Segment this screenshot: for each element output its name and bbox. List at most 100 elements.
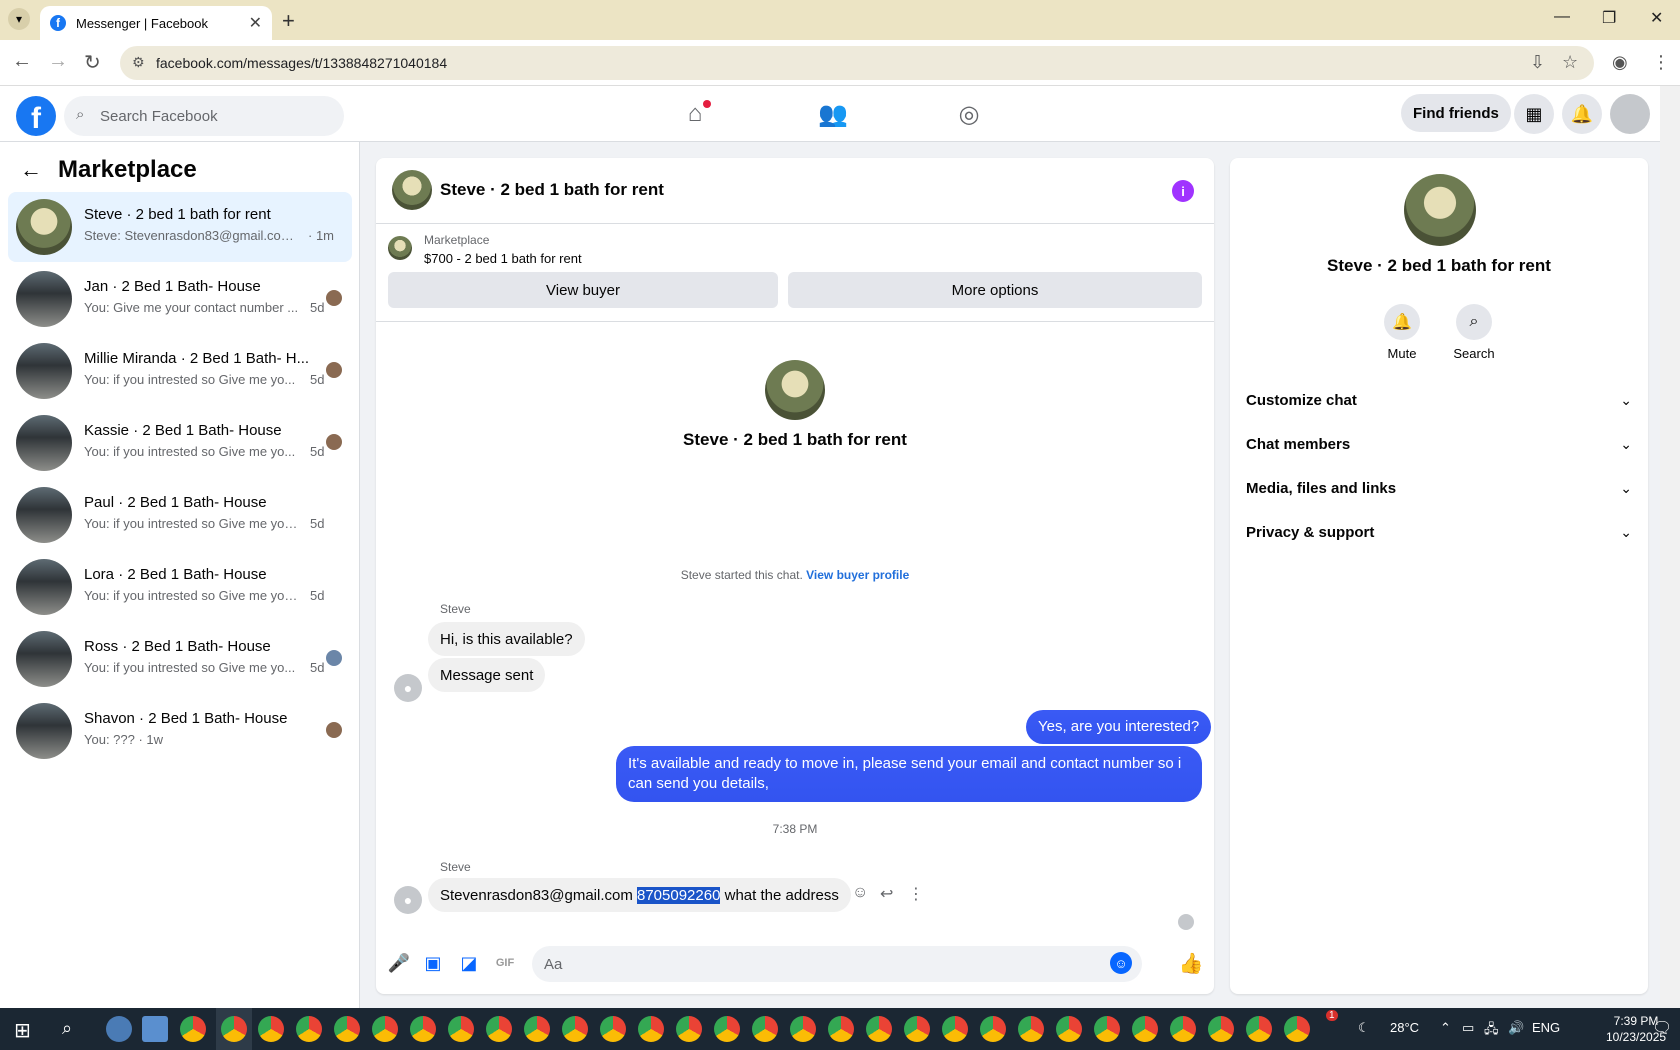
- outgoing-message[interactable]: Yes, are you interested?: [1026, 710, 1212, 744]
- info-icon[interactable]: i: [1172, 180, 1194, 202]
- page-scrollbar[interactable]: [1660, 86, 1680, 1008]
- chrome-icon[interactable]: [638, 1016, 664, 1042]
- conversation-item[interactable]: Shavon · 2 Bed 1 Bath- House You: ??? · …: [8, 696, 352, 766]
- browser-menu-icon[interactable]: ⋮: [1652, 52, 1670, 73]
- conversation-item[interactable]: Steve · 2 bed 1 bath for rent Steve: Ste…: [8, 192, 352, 262]
- app-icon[interactable]: [142, 1016, 168, 1042]
- chrome-icon[interactable]: [676, 1016, 702, 1042]
- browser-tab[interactable]: f Messenger | Facebook ✕: [40, 6, 272, 40]
- site-info-icon[interactable]: ⚙: [132, 54, 145, 71]
- tray-icon[interactable]: ▭: [1462, 1020, 1474, 1036]
- chrome-icon[interactable]: [828, 1016, 854, 1042]
- friends-icon[interactable]: 👥: [817, 98, 849, 130]
- chrome-icon[interactable]: [296, 1016, 322, 1042]
- more-actions-icon[interactable]: ⋮: [908, 884, 924, 904]
- conversation-item[interactable]: Paul · 2 Bed 1 Bath- House You: if you i…: [8, 480, 352, 550]
- chrome-icon[interactable]: [334, 1016, 360, 1042]
- profile-avatar[interactable]: [1610, 94, 1650, 134]
- message-input[interactable]: Aa: [532, 946, 1142, 982]
- listing-price-title[interactable]: $700 - 2 bed 1 bath for rent: [424, 251, 582, 266]
- app-icon[interactable]: [106, 1016, 132, 1042]
- chrome-icon[interactable]: [1208, 1016, 1234, 1042]
- react-emoji-icon[interactable]: ☺: [852, 884, 868, 902]
- incoming-message[interactable]: Message sent: [428, 658, 546, 692]
- restore-icon[interactable]: ❐: [1602, 8, 1616, 28]
- photo-attach-icon[interactable]: ▣: [422, 952, 444, 974]
- chrome-icon[interactable]: [180, 1016, 206, 1042]
- profile-icon[interactable]: ◉: [1612, 52, 1628, 73]
- tab-search-dropdown[interactable]: ▾: [8, 8, 30, 30]
- outgoing-message[interactable]: It's available and ready to move in, ple…: [616, 746, 1202, 802]
- temperature[interactable]: 28°C: [1390, 1020, 1419, 1035]
- customize-chat-row[interactable]: Customize chat ⌄: [1246, 380, 1632, 420]
- conversation-item[interactable]: Millie Miranda · 2 Bed 1 Bath- H... You:…: [8, 336, 352, 406]
- chrome-icon[interactable]: [562, 1016, 588, 1042]
- reload-icon[interactable]: ↻: [84, 50, 101, 75]
- microphone-icon[interactable]: 🎤: [388, 952, 410, 974]
- chrome-icon[interactable]: [1170, 1016, 1196, 1042]
- back-icon[interactable]: ←: [12, 50, 32, 73]
- groups-icon[interactable]: ◎: [953, 98, 985, 130]
- chrome-icon[interactable]: [1094, 1016, 1120, 1042]
- emoji-icon[interactable]: ☺: [1110, 952, 1132, 974]
- incoming-message[interactable]: Hi, is this available?: [428, 622, 585, 656]
- network-icon[interactable]: 🖧: [1484, 1020, 1499, 1042]
- chrome-icon[interactable]: [410, 1016, 436, 1042]
- chrome-icon[interactable]: [1132, 1016, 1158, 1042]
- chrome-icon[interactable]: [980, 1016, 1006, 1042]
- chrome-icon[interactable]: [221, 1016, 247, 1042]
- chrome-icon[interactable]: [524, 1016, 550, 1042]
- weather-icon[interactable]: ☾: [1358, 1020, 1370, 1036]
- tab-close-icon[interactable]: ✕: [249, 13, 262, 33]
- back-arrow-icon[interactable]: ←: [20, 157, 42, 183]
- install-app-icon[interactable]: ⇩: [1530, 52, 1545, 73]
- menu-grid-icon[interactable]: ▦: [1514, 94, 1554, 134]
- chrome-icon[interactable]: [1246, 1016, 1272, 1042]
- facebook-logo-icon[interactable]: f: [16, 96, 56, 136]
- like-thumbs-up-icon[interactable]: 👍: [1179, 952, 1204, 975]
- chrome-icon[interactable]: [486, 1016, 512, 1042]
- chrome-icon[interactable]: [1284, 1016, 1310, 1042]
- sticker-icon[interactable]: ◪: [458, 952, 480, 974]
- chrome-icon[interactable]: [258, 1016, 284, 1042]
- conversation-item[interactable]: Jan · 2 Bed 1 Bath- House You: Give me y…: [8, 264, 352, 334]
- chrome-icon[interactable]: [752, 1016, 778, 1042]
- chat-members-row[interactable]: Chat members ⌄: [1246, 424, 1632, 464]
- volume-icon[interactable]: 🔊: [1508, 1020, 1524, 1036]
- chat-header-thumbnail[interactable]: [392, 170, 432, 210]
- conversation-item[interactable]: Kassie · 2 Bed 1 Bath- House You: if you…: [8, 408, 352, 478]
- chrome-icon[interactable]: [714, 1016, 740, 1042]
- new-tab-button[interactable]: +: [282, 8, 295, 34]
- windows-start-icon[interactable]: ⊞: [14, 1018, 31, 1043]
- chrome-icon[interactable]: [790, 1016, 816, 1042]
- reply-icon[interactable]: ↩: [880, 884, 893, 904]
- chrome-icon[interactable]: [1056, 1016, 1082, 1042]
- chrome-icon[interactable]: [904, 1016, 930, 1042]
- language-indicator[interactable]: ENG: [1532, 1020, 1560, 1035]
- find-friends-button[interactable]: Find friends: [1401, 94, 1511, 132]
- search-chat-button[interactable]: ⌕ Search: [1444, 304, 1504, 361]
- tray-chevron-up-icon[interactable]: ⌃: [1440, 1020, 1451, 1036]
- bookmark-star-icon[interactable]: ☆: [1562, 52, 1578, 73]
- view-buyer-button[interactable]: View buyer: [388, 272, 778, 308]
- chrome-icon[interactable]: [600, 1016, 626, 1042]
- privacy-support-row[interactable]: Privacy & support ⌄: [1246, 512, 1632, 552]
- more-options-button[interactable]: More options: [788, 272, 1202, 308]
- chrome-icon[interactable]: [448, 1016, 474, 1042]
- mute-button[interactable]: 🔔 Mute: [1372, 304, 1432, 361]
- minimize-icon[interactable]: —: [1554, 8, 1570, 26]
- chrome-icon[interactable]: [372, 1016, 398, 1042]
- notifications-icon[interactable]: 🗨: [1652, 1018, 1672, 1038]
- chat-header-title[interactable]: Steve · 2 bed 1 bath for rent: [440, 180, 664, 200]
- forward-icon[interactable]: →: [48, 50, 68, 73]
- incoming-message[interactable]: Stevenrasdon83@gmail.com 8705092260 what…: [428, 878, 851, 912]
- conversation-item[interactable]: Lora · 2 Bed 1 Bath- House You: if you i…: [8, 552, 352, 622]
- url-field[interactable]: ⚙ facebook.com/messages/t/13388482710401…: [120, 46, 1594, 80]
- conversation-item[interactable]: Ross · 2 Bed 1 Bath- House You: if you i…: [8, 624, 352, 694]
- chrome-icon[interactable]: [866, 1016, 892, 1042]
- chrome-icon[interactable]: [942, 1016, 968, 1042]
- bell-icon[interactable]: 🔔: [1562, 94, 1602, 134]
- search-icon[interactable]: ⌕: [62, 1018, 72, 1039]
- close-icon[interactable]: ✕: [1650, 8, 1663, 28]
- chrome-icon[interactable]: [1018, 1016, 1044, 1042]
